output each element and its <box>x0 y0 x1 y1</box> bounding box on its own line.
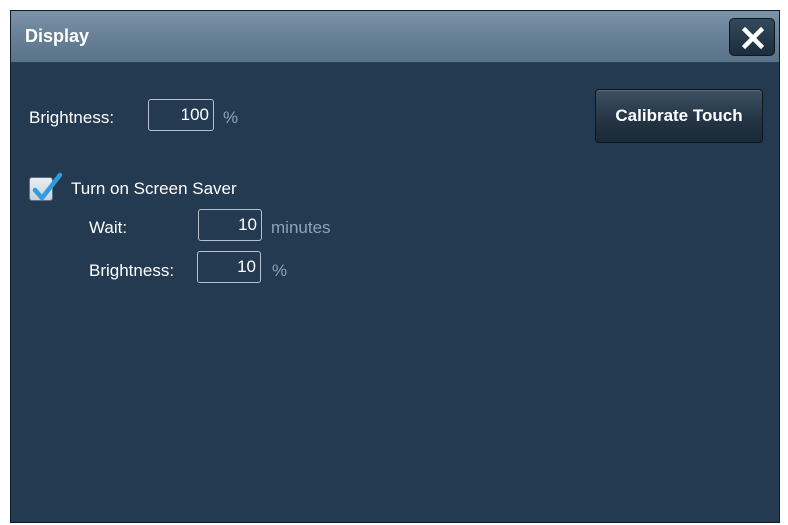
dialog-titlebar: Display <box>11 11 779 63</box>
brightness-label: Brightness: <box>29 108 115 127</box>
dialog-title: Display <box>25 26 90 46</box>
display-dialog: Display Brightness: % Calibrate Touch Tu… <box>10 10 780 523</box>
brightness-unit: % <box>223 108 239 127</box>
saver-brightness-unit: % <box>272 261 288 280</box>
saver-brightness-label: Brightness: <box>89 261 175 280</box>
close-button[interactable] <box>729 18 775 56</box>
wait-label: Wait: <box>89 218 128 237</box>
checkmark-icon <box>32 172 63 201</box>
close-icon <box>742 27 764 49</box>
screen-saver-label: Turn on Screen Saver <box>71 179 237 198</box>
brightness-input[interactable] <box>148 99 214 131</box>
saver-brightness-input[interactable] <box>197 251 261 283</box>
wait-unit: minutes <box>271 218 331 237</box>
calibrate-touch-button[interactable]: Calibrate Touch <box>595 89 763 143</box>
screen-saver-checkbox[interactable] <box>29 172 63 201</box>
wait-input[interactable] <box>198 209 262 241</box>
